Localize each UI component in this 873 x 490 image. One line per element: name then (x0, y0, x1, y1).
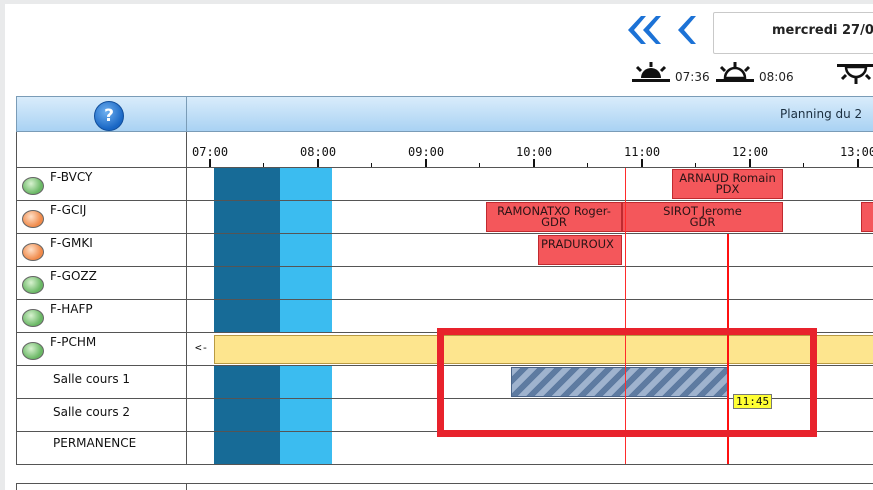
night-block (214, 234, 280, 266)
night-block (214, 366, 280, 398)
timeline-ruler: 07:00 08:00 09:00 10:00 11:00 12:00 13:0… (187, 132, 873, 168)
resource-name: Salle cours 2 (53, 405, 131, 419)
resource-row-label[interactable]: F-GCIJ (16, 201, 187, 234)
tick-label: 10:00 (516, 145, 553, 159)
tick-mark (317, 159, 319, 167)
tick-label: 08:00 (300, 145, 337, 159)
planning-title: Planning du 2 (780, 107, 863, 121)
night-block (214, 201, 280, 233)
booking-code: GDR (689, 215, 716, 229)
tick-mark (641, 159, 643, 167)
sunrise-icon (632, 62, 670, 82)
resource-row-label[interactable]: Salle cours 1 (16, 366, 187, 399)
tick-label: 13:00 (840, 145, 873, 159)
twilight-block (280, 399, 332, 431)
highlight-frame (437, 328, 817, 437)
twilight-block (280, 432, 332, 464)
resource-name: F-PCHM (50, 335, 97, 349)
date-display[interactable]: mercredi 27/01 (713, 12, 873, 54)
booking-code: GDR (541, 215, 567, 229)
resource-name: F-GOZZ (50, 269, 97, 283)
resource-name: Salle cours 1 (53, 372, 131, 386)
footer-left-cell (16, 483, 187, 490)
tick-mark (857, 159, 859, 167)
sunset-icon (837, 64, 873, 84)
status-green-icon (22, 276, 44, 294)
tick-label: 07:00 (192, 145, 229, 159)
booking-code: PDX (715, 182, 740, 196)
header-left-cell: ? (16, 96, 187, 132)
continues-before-indicator: <- (195, 341, 209, 354)
night-block (214, 300, 280, 332)
booking-pilot: PRADUROUX (541, 237, 614, 251)
tick-mark (371, 163, 372, 167)
resource-row-label[interactable]: F-PCHM (16, 333, 187, 366)
chevron-left-icon[interactable] (675, 14, 697, 46)
night-block (214, 432, 280, 464)
night-block (214, 267, 280, 299)
resource-name: PERMANENCE (53, 436, 137, 450)
daybreak-icon (716, 62, 754, 82)
booking-block[interactable]: ARNAUD Romain PDX (672, 169, 783, 199)
tick-mark (263, 163, 264, 167)
resource-row-label[interactable]: F-GOZZ (16, 267, 187, 300)
resource-name: F-BVCY (50, 170, 93, 184)
twilight-block (280, 234, 332, 266)
status-green-icon (22, 342, 44, 360)
tick-mark (587, 163, 588, 167)
tick-mark (749, 159, 751, 167)
twilight-block (280, 300, 332, 332)
booking-block[interactable]: SIROT Jerome GDR (622, 202, 783, 232)
tick-mark (209, 159, 211, 167)
resource-row-label[interactable]: F-GMKI (16, 234, 187, 267)
double-chevron-left-icon[interactable] (625, 14, 661, 46)
booking-block[interactable]: PRADUROUX (538, 235, 622, 265)
night-block (214, 168, 280, 200)
planning-page: mercredi 27/01 07:36 08:06 ? Planning du… (5, 4, 873, 490)
tick-mark (479, 163, 480, 167)
resource-row-label[interactable]: F-HAFP (16, 300, 187, 333)
resource-row-label[interactable]: Salle cours 2 (16, 399, 187, 432)
resource-name: F-GCIJ (50, 203, 87, 217)
resource-row-label[interactable]: F-BVCY (16, 168, 187, 201)
resource-name: F-GMKI (50, 236, 93, 250)
help-icon[interactable]: ? (94, 101, 124, 131)
twilight-block (280, 366, 332, 398)
status-green-icon (22, 177, 44, 195)
tick-mark (533, 159, 535, 167)
night-block (214, 399, 280, 431)
resource-row-label[interactable]: PERMANENCE (16, 432, 187, 465)
twilight-block (280, 201, 332, 233)
status-orange-icon (22, 210, 44, 228)
tick-label: 11:00 (624, 145, 661, 159)
tick-label: 12:00 (732, 145, 769, 159)
timeline-left-cell (16, 132, 187, 168)
daybreak-time: 08:06 (759, 70, 794, 84)
resource-name: F-HAFP (50, 302, 93, 316)
tick-mark (803, 163, 804, 167)
tick-mark (695, 163, 696, 167)
booking-block[interactable]: RAMONATXO Roger- GDR (486, 202, 622, 232)
tick-mark (425, 159, 427, 167)
booking-block[interactable] (861, 202, 873, 232)
status-green-icon (22, 309, 44, 327)
twilight-block (280, 267, 332, 299)
date-label: mercredi 27/01 (772, 23, 873, 38)
tick-label: 09:00 (408, 145, 445, 159)
twilight-block (280, 168, 332, 200)
header-right-cell: Planning du 2 (187, 96, 873, 132)
status-orange-icon (22, 243, 44, 261)
sunrise-time: 07:36 (675, 70, 710, 84)
footer-right-cell (187, 483, 873, 490)
